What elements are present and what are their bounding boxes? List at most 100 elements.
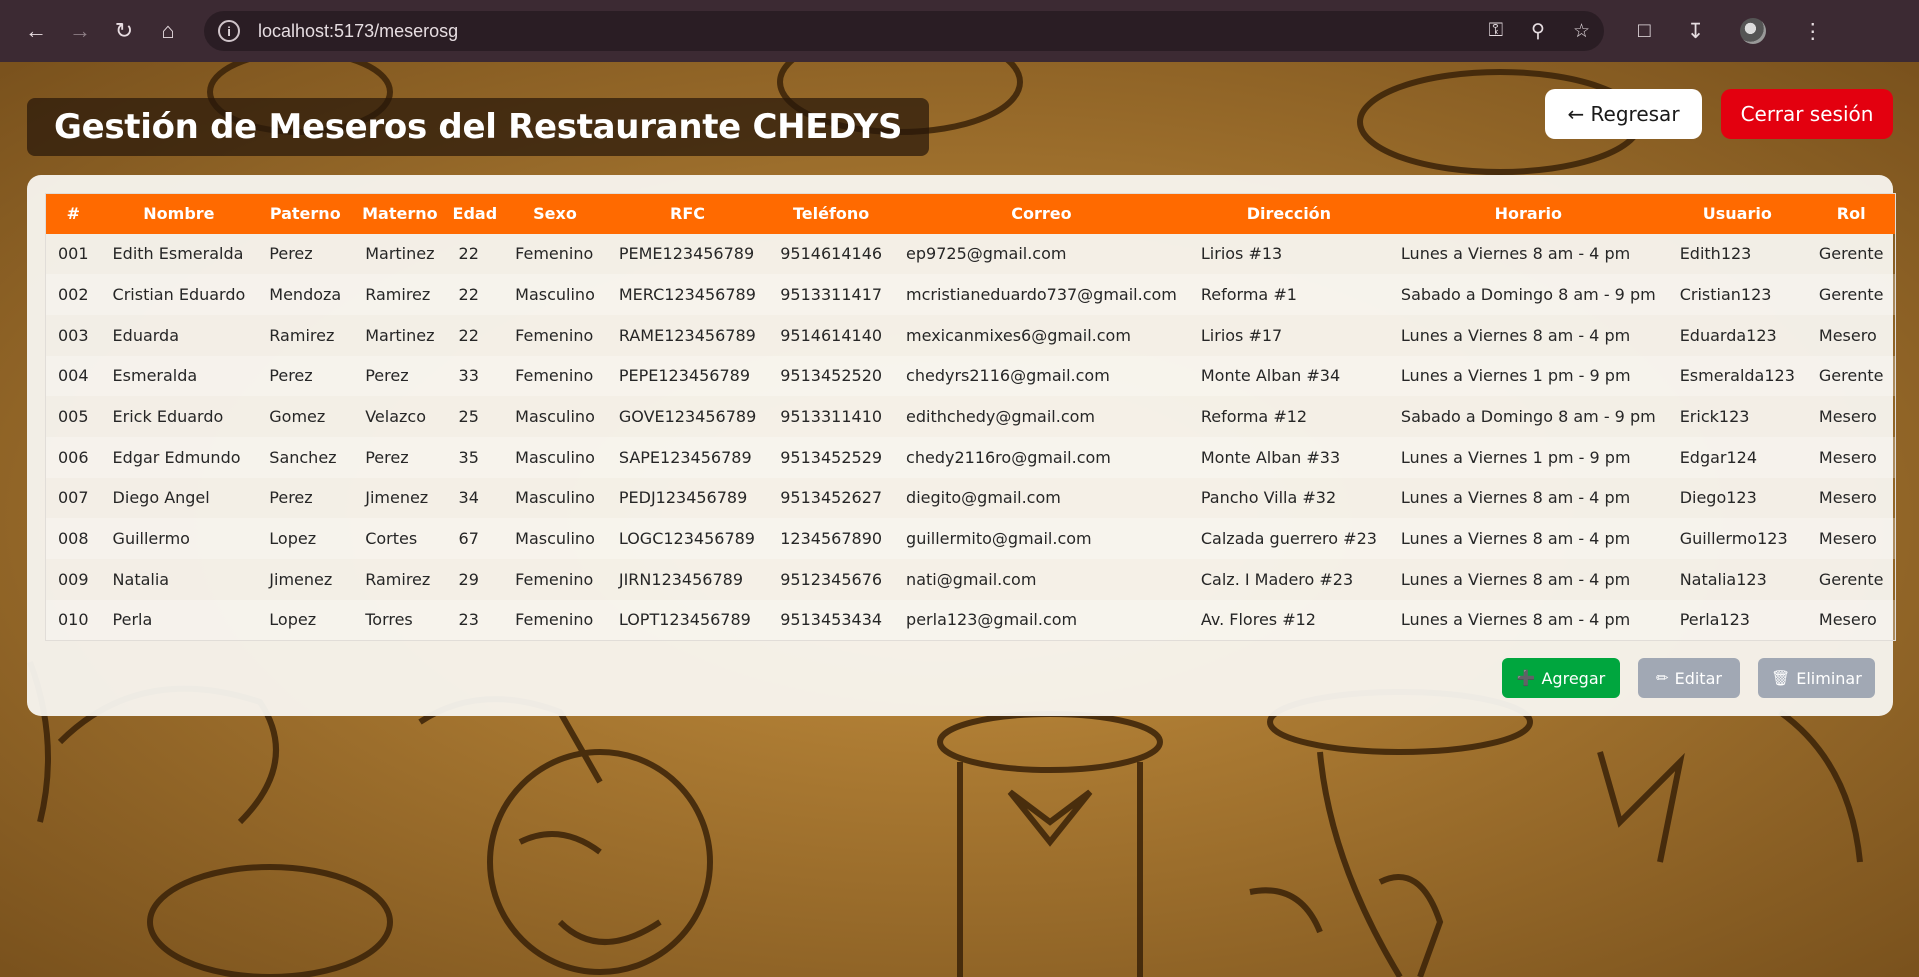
table-cell: SAPE123456789 — [618, 447, 752, 467]
password-key-icon[interactable]: ⚿ — [1489, 20, 1503, 43]
table-header-row: # Nombre Paterno Materno Edad Sexo RFC Teléfono… — [45, 193, 1896, 234]
table-cell: Edgar Edmundo — [112, 447, 241, 467]
table-cell: Erick123 — [1679, 407, 1750, 427]
table-row[interactable]: 004 Esmeralda Perez Perez 33 Femenino PEPE1234… — [45, 355, 1896, 397]
table-cell: 22 — [458, 285, 479, 305]
page-title: Gestión de Meseros del Restaurante CHEDY… — [54, 107, 903, 147]
add-button[interactable]: ➕ Agregar — [1502, 658, 1620, 698]
extensions-icon[interactable]: □ — [1638, 19, 1651, 43]
table-cell: Lirios #13 — [1200, 244, 1283, 264]
page-title-container: Gestión de Meseros del Restaurante CHEDY… — [27, 98, 930, 156]
table-cell: Masculino — [515, 488, 595, 508]
zoom-icon[interactable]: ⚲ — [1531, 20, 1545, 43]
back-icon[interactable]: ← — [14, 9, 58, 53]
table-cell: 34 — [458, 488, 479, 508]
url-text[interactable]: localhost:5173/meserosg — [258, 21, 1489, 42]
table-cell: 001 — [58, 244, 89, 264]
table-row[interactable]: 003 Eduarda Ramirez Martinez 22 Femenino RAME1… — [46, 315, 1896, 356]
table-row[interactable]: 001 Edith Esmeralda Perez Martinez 22 Femenin… — [46, 234, 1896, 275]
table-cell: 1234567890 — [780, 529, 883, 549]
table-cell: Gerente — [1818, 366, 1884, 386]
home-icon[interactable]: ⌂ — [146, 9, 190, 53]
download-icon[interactable]: ↧ — [1687, 19, 1705, 44]
table-cell: 9514614146 — [780, 244, 883, 264]
reload-icon[interactable]: ↻ — [102, 9, 146, 53]
forward-icon[interactable]: → — [58, 9, 102, 53]
profile-avatar[interactable] — [1740, 18, 1767, 44]
table-cell: guillermito@gmail.com — [906, 529, 1092, 549]
table-cell: GOVE123456789 — [618, 407, 757, 427]
table-cell: Velazco — [365, 407, 426, 427]
table-cell: Gerente — [1818, 569, 1884, 589]
table-cell: Cortes — [365, 529, 418, 549]
table-cell: Martinez — [365, 325, 435, 345]
table-row[interactable]: 007 Diego Angel Perez Jimenez 34 Masculino PED… — [46, 478, 1896, 519]
table-cell: Perez — [269, 366, 313, 386]
table-cell: Lunes a Viernes 1 pm - 9 pm — [1400, 447, 1631, 467]
back-button[interactable]: ← Regresar — [1545, 89, 1702, 139]
table-cell: Edgar124 — [1679, 447, 1758, 467]
table-body: 001 Edith Esmeralda Perez Martinez 22 Femenin… — [45, 234, 1896, 641]
bookmark-star-icon[interactable]: ☆ — [1573, 20, 1590, 43]
table-cell: Natalia — [112, 569, 170, 589]
table-cell: 9513453434 — [780, 610, 883, 630]
column-header: Materno — [362, 204, 438, 224]
table-cell: Masculino — [515, 529, 595, 549]
table-row[interactable]: 002 Cristian Eduardo Mendoza Ramirez 22 Mascu… — [45, 274, 1896, 315]
table-cell: 9513311417 — [780, 285, 883, 305]
site-info-icon[interactable]: i — [218, 20, 240, 42]
table-cell: Ramirez — [269, 325, 335, 345]
waiters-table: # Nombre Paterno Materno Edad Sexo RFC Teléfono… — [45, 193, 1897, 641]
table-cell: Lunes a Viernes 8 am - 4 pm — [1400, 244, 1631, 264]
action-buttons: ➕ Agregar ✏ Editar 🗑 Eliminar — [1502, 658, 1875, 698]
delete-button[interactable]: 🗑 Eliminar — [1758, 658, 1875, 698]
table-cell: 005 — [58, 407, 89, 427]
table-cell: Mesero — [1818, 447, 1877, 467]
table-cell: Guillermo123 — [1679, 529, 1788, 549]
table-cell: 33 — [458, 366, 479, 386]
edit-button-label: Editar — [1674, 668, 1722, 688]
table-cell: Lunes a Viernes 1 pm - 9 pm — [1400, 366, 1631, 386]
table-cell: Gerente — [1818, 244, 1884, 264]
table-cell: Femenino — [515, 569, 594, 589]
table-cell: Femenino — [515, 366, 594, 386]
table-cell: 004 — [58, 366, 89, 386]
menu-icon[interactable]: ⋮ — [1802, 19, 1823, 44]
table-cell: Calzada guerrero #23 — [1200, 529, 1377, 549]
table-cell: Ramirez — [365, 285, 431, 305]
table-container: # Nombre Paterno Materno Edad Sexo RFC Teléfono… — [45, 193, 1897, 815]
table-cell: Diego Angel — [112, 488, 210, 508]
table-row[interactable]: 006 Edgar Edmundo Sanchez Perez 35 Masculino S… — [45, 436, 1896, 478]
table-row[interactable]: 009 Natalia Jimenez Ramirez 29 Femenino JIRN12… — [46, 559, 1896, 600]
table-cell: Erick Eduardo — [112, 407, 224, 427]
table-cell: 010 — [58, 610, 89, 630]
table-cell: 9513452627 — [780, 488, 883, 508]
table-cell: PEDJ123456789 — [618, 488, 748, 508]
address-bar[interactable]: i localhost:5173/meserosg ⚿ ⚲ ☆ — [204, 11, 1604, 51]
column-header: Horario — [1494, 204, 1563, 224]
edit-button[interactable]: ✏ Editar — [1638, 658, 1740, 698]
table-cell: 9514614140 — [780, 325, 883, 345]
table-cell: PEME123456789 — [618, 244, 755, 264]
table-cell: Eduarda — [112, 325, 180, 345]
table-cell: Natalia123 — [1679, 569, 1767, 589]
table-cell: Monte Alban #33 — [1200, 447, 1341, 467]
table-cell: Sabado a Domingo 8 am - 9 pm — [1400, 285, 1656, 305]
table-cell: Perez — [365, 447, 409, 467]
table-cell: Jimenez — [365, 488, 429, 508]
table-cell: Femenino — [515, 610, 594, 630]
table-row[interactable]: 008 Guillermo Lopez Cortes 67 Masculino LOGC12… — [45, 518, 1896, 559]
table-cell: 22 — [458, 325, 479, 345]
logout-button[interactable]: Cerrar sesión — [1721, 89, 1893, 139]
table-cell: perla123@gmail.com — [906, 610, 1078, 630]
table-cell: nati@gmail.com — [906, 569, 1037, 589]
table-cell: 23 — [458, 610, 479, 630]
table-row[interactable]: 005 Erick Eduardo Gomez Velazco 25 Masculino G… — [46, 396, 1896, 437]
table-cell: Guillermo — [112, 529, 190, 549]
table-row[interactable]: 010 Perla Lopez Torres 23 Femenino LOPT1234567… — [45, 599, 1896, 641]
table-cell: Mesero — [1818, 529, 1877, 549]
table-cell: Perla — [112, 610, 153, 630]
table-cell: Sabado a Domingo 8 am - 9 pm — [1400, 407, 1656, 427]
table-cell: Lunes a Viernes 8 am - 4 pm — [1400, 325, 1631, 345]
table-cell: 008 — [58, 529, 89, 549]
